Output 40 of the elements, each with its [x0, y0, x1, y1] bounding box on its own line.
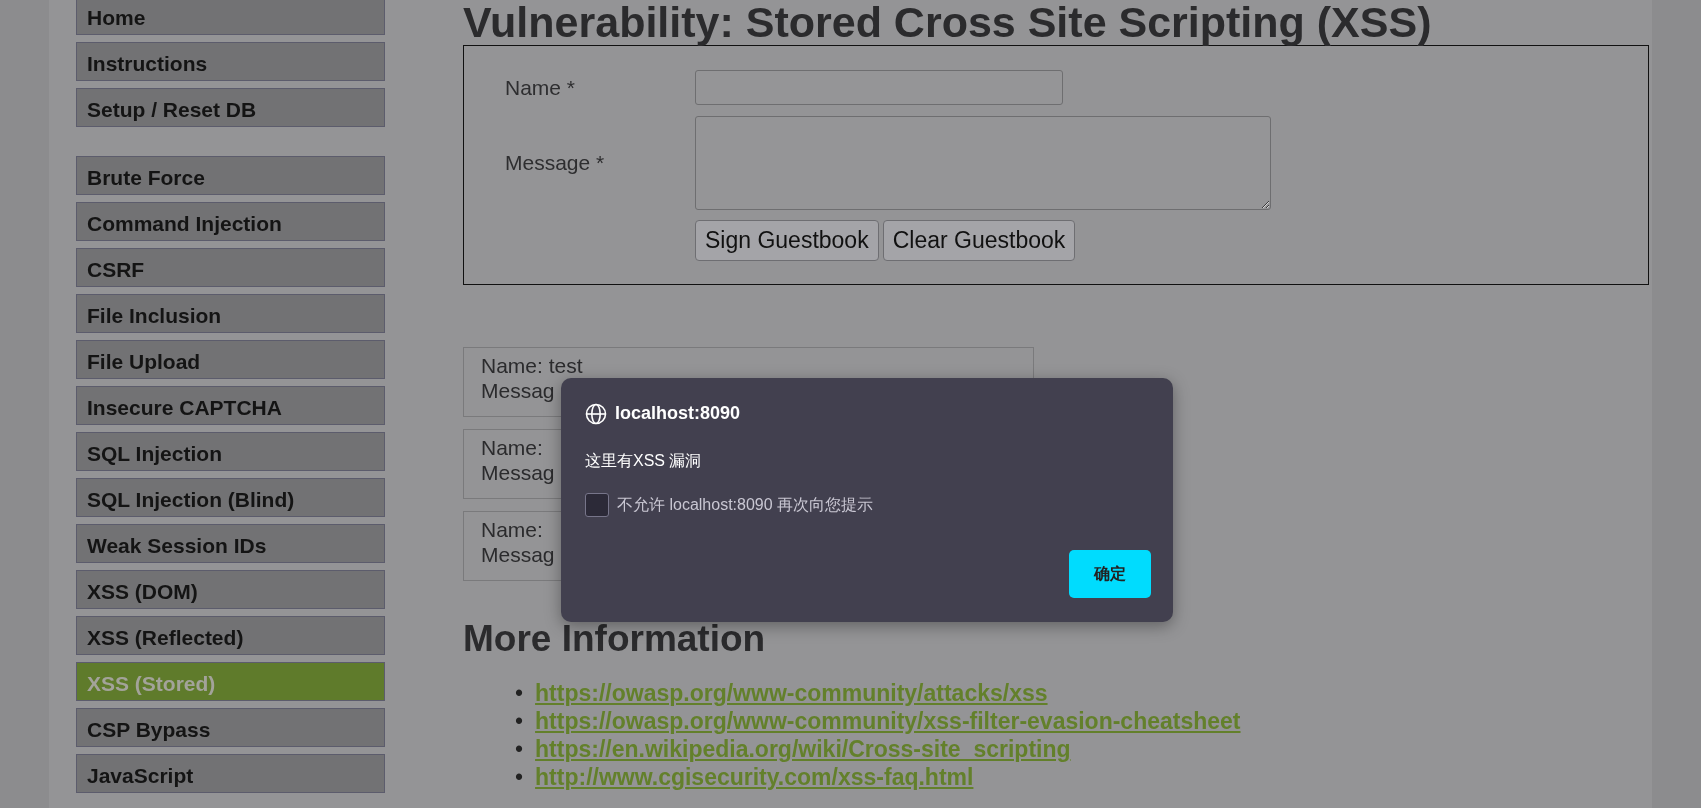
sidebar-item[interactable]: XSS (DOM)	[76, 570, 385, 609]
message-field[interactable]	[695, 116, 1271, 210]
sidebar-item[interactable]: Setup / Reset DB	[76, 88, 385, 127]
entry-message: Messag	[481, 460, 555, 485]
entry-message: Messag	[481, 542, 555, 567]
entry-message: Messag	[481, 378, 555, 403]
sidebar-item[interactable]: Home	[76, 0, 385, 35]
sidebar-item[interactable]: File Upload	[76, 340, 385, 379]
entry-name: Name: test	[481, 353, 583, 378]
field-label: Name *	[505, 74, 577, 101]
field-label: Message *	[505, 150, 606, 177]
page-title: Vulnerability: Stored Cross Site Scripting (XSS)	[463, 0, 1433, 45]
entry-name: Name:	[481, 517, 543, 542]
sidebar-item[interactable]: Weak Session IDs	[76, 524, 385, 563]
sidebar-item[interactable]: CSP Bypass	[76, 708, 385, 747]
sidebar-item[interactable]: Insecure CAPTCHA	[76, 386, 385, 425]
sidebar-item[interactable]: SQL Injection (Blind)	[76, 478, 385, 517]
sidebar-item[interactable]: SQL Injection	[76, 432, 385, 471]
dialog-title: localhost:8090	[615, 402, 741, 425]
form-button[interactable]: Sign Guestbook	[695, 220, 879, 261]
name-field[interactable]	[695, 70, 1063, 105]
ok-button[interactable]: 确定	[1069, 550, 1151, 598]
sidebar-item[interactable]: File Inclusion	[76, 294, 385, 333]
checkbox-label: 不允许 localhost:8090 再次向您提示	[617, 495, 874, 515]
bullet: •	[515, 763, 524, 792]
sidebar-item[interactable]: Instructions	[76, 42, 385, 81]
checkbox[interactable]	[585, 493, 609, 517]
sidebar-item[interactable]: Brute Force	[76, 156, 385, 195]
dialog-message: 这里有XSS 漏洞	[585, 451, 703, 471]
bullet: •	[515, 735, 524, 764]
entry-name: Name:	[481, 435, 543, 460]
bullet: •	[515, 707, 524, 736]
section-heading: More Information	[463, 617, 767, 661]
bullet: •	[515, 679, 524, 708]
sidebar-item[interactable]: CSRF	[76, 248, 385, 287]
sidebar-item[interactable]: JavaScript	[76, 754, 385, 793]
form-button[interactable]: Clear Guestbook	[882, 220, 1076, 261]
sidebar-item[interactable]: XSS (Reflected)	[76, 616, 385, 655]
globe-icon	[585, 402, 607, 425]
sidebar-item[interactable]: Command Injection	[76, 202, 385, 241]
